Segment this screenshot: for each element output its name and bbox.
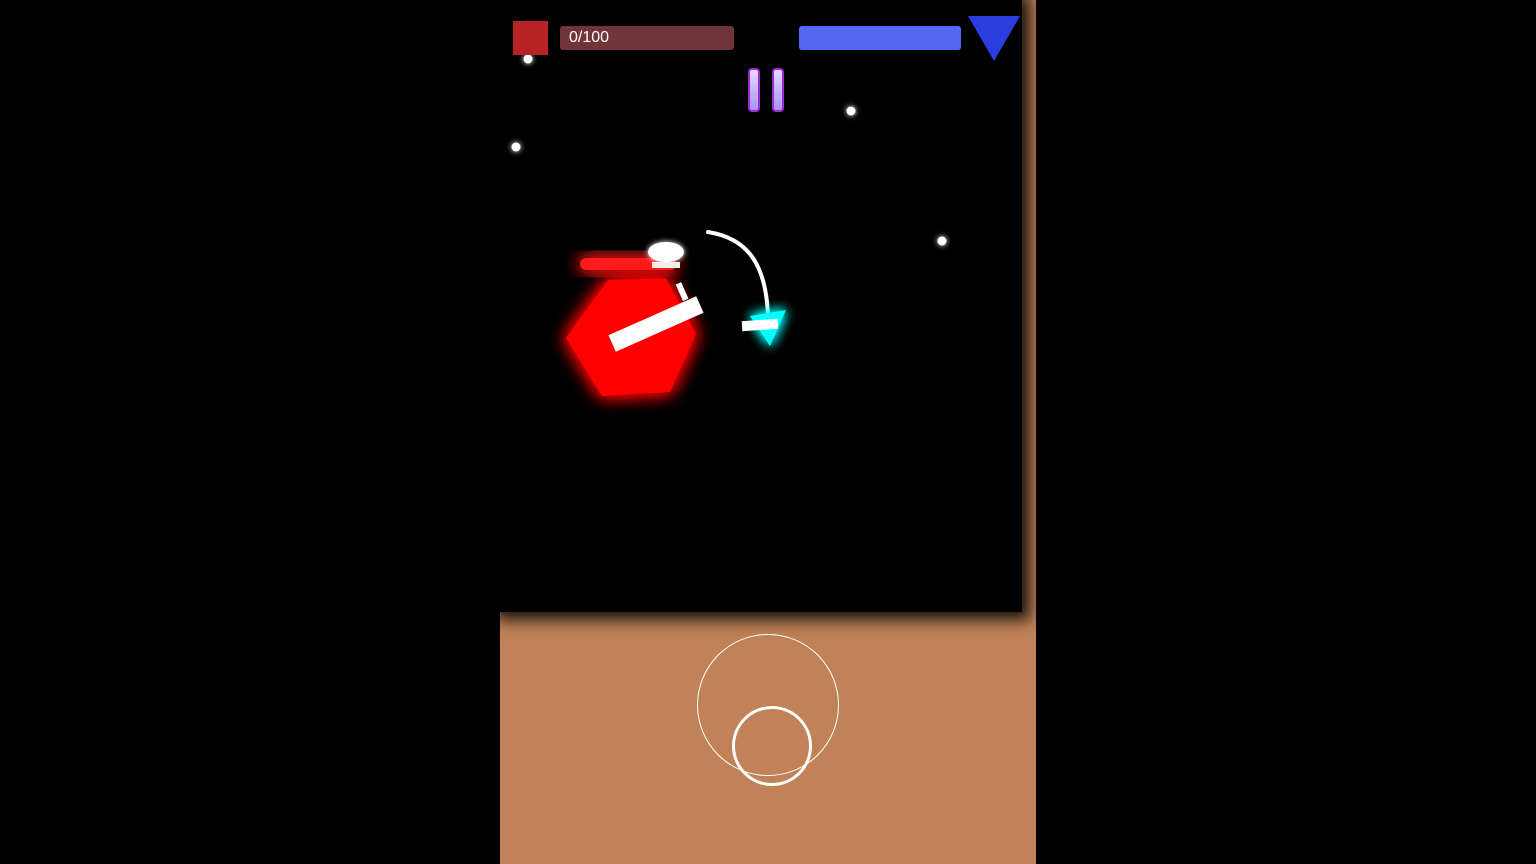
orb [846,106,856,116]
orb [523,54,533,64]
pause-button[interactable] [746,66,792,118]
game-area: 0/100 [500,0,1036,864]
player [706,230,786,346]
pause-icon [772,68,784,112]
enemy-bullet [648,242,684,262]
joystick-knob[interactable] [732,706,812,786]
game-viewport: 0/100 [0,0,1536,864]
triangle-down-icon[interactable] [968,16,1020,61]
player-trail [706,230,770,318]
orb [937,236,947,246]
energy-bar [799,26,961,50]
enemy [566,242,704,396]
health-text: 0/100 [569,29,610,46]
enemy-bullet-trail [652,262,680,268]
health-indicator [513,21,548,55]
energy-bar-fill [799,26,961,50]
health-bar: 0/100 [560,26,734,50]
pause-icon [748,68,760,112]
orb [511,142,521,152]
